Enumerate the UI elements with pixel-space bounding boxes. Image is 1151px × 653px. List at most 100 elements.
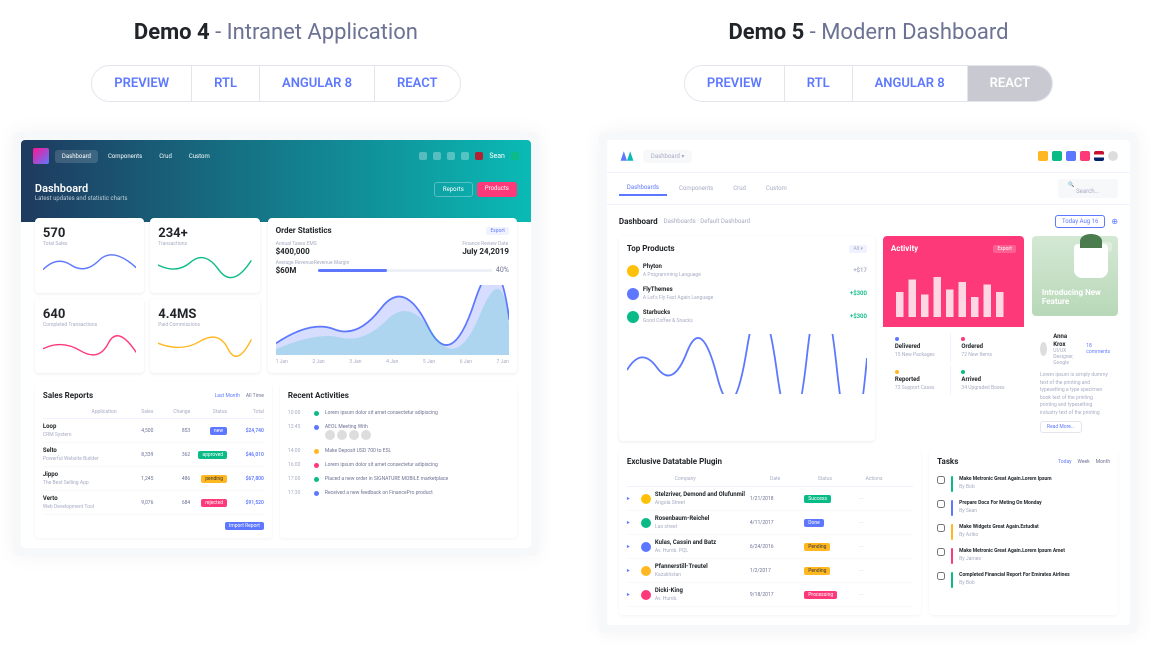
avatar[interactable] <box>511 152 519 160</box>
add-icon[interactable]: ⊕ <box>1111 217 1118 226</box>
subnav-dashboards[interactable]: Dashboards <box>619 181 667 196</box>
search-input[interactable]: 🔍 Search... <box>1058 179 1118 198</box>
demo4-pill-row: PREVIEW RTL ANGULAR 8 REACT <box>13 65 539 102</box>
activity-row: 12:45 AEOL Meeting With <box>288 420 509 444</box>
demo5-pill-rtl[interactable]: RTL <box>785 66 853 101</box>
d5-subnav: Dashboards Components Crud Custom 🔍 Sear… <box>607 173 1130 205</box>
read-more-button[interactable]: Read More... <box>1040 421 1082 433</box>
datatable-panel: Exclusive Datatable Plugin CompanyDateSt… <box>619 449 921 615</box>
table-row[interactable]: JippoThe Best Selling App 1,245486 pendi… <box>43 467 264 491</box>
d4-nav-crud[interactable]: Crud <box>152 150 179 163</box>
export-button[interactable]: Export <box>486 227 508 235</box>
table-row[interactable]: LoopCRM System 4,500853 new $24,740 <box>43 419 264 443</box>
list-item[interactable]: StarbucksGood Coffee & Snacks +$300 <box>627 305 867 328</box>
d4-topbar: Dashboard Components Crud Custom Sean <box>21 140 531 172</box>
filter-button[interactable]: All ▾ <box>849 245 866 253</box>
task-checkbox[interactable] <box>937 548 945 556</box>
subnav-crud[interactable]: Crud <box>725 182 754 195</box>
table-row[interactable]: ▸ Kulas, Cassin and BatzAv. Humb. PQL 6/… <box>627 535 913 559</box>
sparkline-icon <box>43 332 136 360</box>
demo5-pill-react[interactable]: REACT <box>968 66 1052 101</box>
table-row[interactable]: ▸ Stelzriver, Demond and OlufunmilAngola… <box>627 487 913 511</box>
demo5-screenshot[interactable]: Dashboard ▾ Dashboards Components Crud C… <box>599 132 1138 633</box>
sparkline-icon <box>43 251 136 279</box>
cart-icon[interactable] <box>461 152 469 160</box>
avatar <box>1040 342 1047 356</box>
export-button[interactable]: Export <box>993 245 1015 253</box>
user-name[interactable]: Sean <box>489 152 505 160</box>
breadcrumb-pill[interactable]: Dashboard ▾ <box>643 150 693 163</box>
table-row[interactable]: ▸ Dicki-KingAv. Humb. 9/18/2017 Processi… <box>627 583 913 607</box>
bell-icon[interactable] <box>433 152 441 160</box>
tab-alltime[interactable]: All Time <box>246 393 264 399</box>
stat-item: Reported72 Support Cases <box>889 366 952 395</box>
activity-row: 17:30 Received a new feedback on Finance… <box>288 486 509 500</box>
sales-reports-panel: Sales ReportsLast MonthAll Time Applicat… <box>35 383 272 538</box>
d4-nav-dashboard[interactable]: Dashboard <box>55 150 98 163</box>
d4-nav-components[interactable]: Components <box>101 150 149 163</box>
task-row[interactable]: Make Metronic Great Again.Lorem IpsumBy … <box>937 472 1110 496</box>
app-icon[interactable] <box>1066 151 1076 161</box>
products-button[interactable]: Products <box>477 182 517 197</box>
search-icon[interactable] <box>419 152 427 160</box>
app-icon[interactable] <box>1080 151 1090 161</box>
page-title: Dashboard <box>35 182 128 195</box>
stat-item: Ordered72 New Items <box>955 333 1018 362</box>
grid-icon[interactable] <box>447 152 455 160</box>
subnav-components[interactable]: Components <box>671 182 721 195</box>
list-item[interactable]: PhytonA Programming Language +$17 <box>627 259 867 282</box>
demo4-pill-react[interactable]: REACT <box>375 66 459 101</box>
activities-panel: Recent Activities 10:00 Lorem ipsum dolo… <box>280 383 517 538</box>
d5-topbar: Dashboard ▾ <box>607 140 1130 173</box>
user-card: Anna KroxUI/UX Designer, Google 18commen… <box>1032 324 1118 441</box>
flag-icon[interactable] <box>1094 151 1104 161</box>
table-row[interactable]: ▸ Rosenbaum-ReichelLao street 4/11/2017 … <box>627 511 913 535</box>
task-checkbox[interactable] <box>937 476 945 484</box>
tab-today[interactable]: Today <box>1058 459 1071 465</box>
today-button[interactable]: Today Aug 16 <box>1055 215 1105 228</box>
demo5-column: Demo 5 - Modern Dashboard PREVIEW RTL AN… <box>599 20 1138 633</box>
tab-lastmonth[interactable]: Last Month <box>215 393 240 399</box>
task-checkbox[interactable] <box>937 572 945 580</box>
task-row[interactable]: Make Metronic Great Again.Lorem Ipsum Am… <box>937 544 1110 568</box>
activity-row: 10:00 Lorem ipsum dolor sit amet consect… <box>288 406 509 420</box>
tab-month[interactable]: Month <box>1096 459 1110 465</box>
activity-row: 14:00 Make Deposit USD 700 to ESL <box>288 444 509 458</box>
import-button[interactable]: Import Report <box>225 522 264 530</box>
logo-icon <box>33 148 49 164</box>
demo4-pill-rtl[interactable]: RTL <box>192 66 260 101</box>
stat-card: 570Total Sales <box>35 218 144 293</box>
logo-icon <box>619 148 635 164</box>
task-row[interactable]: Prepare Docs For Meting On MondayBy Sean <box>937 496 1110 520</box>
page-subtitle: Latest updates and statistic charts <box>35 195 128 202</box>
stat-item: Arrived34 Upgraded Boxes <box>955 366 1018 395</box>
breadcrumb: Dashboards · Default Dashboard <box>664 218 750 225</box>
demo4-screenshot[interactable]: Dashboard Components Crud Custom Sean <box>13 132 539 556</box>
demo4-pill-angular[interactable]: ANGULAR 8 <box>260 66 375 101</box>
task-row[interactable]: Completed Financial Report For Emirates … <box>937 568 1110 592</box>
d4-nav-custom[interactable]: Custom <box>182 150 217 163</box>
activity-row: 17:00 Placed a new order in SIGNATURE MO… <box>288 472 509 486</box>
list-item[interactable]: FlyThemesA Let's Fly Fast Again Language… <box>627 282 867 305</box>
table-row[interactable]: SeltoPowerful Website Builder 8,339362 a… <box>43 443 264 467</box>
comments-count[interactable]: 18comments <box>1086 343 1110 355</box>
demo5-pill-preview[interactable]: PREVIEW <box>685 66 785 101</box>
flag-icon[interactable] <box>475 152 483 160</box>
demo4-pill-preview[interactable]: PREVIEW <box>92 66 192 101</box>
avatar[interactable] <box>1108 151 1118 161</box>
demo5-pill-angular[interactable]: ANGULAR 8 <box>853 66 968 101</box>
feature-card: Read Introducing New Feature <box>1032 236 1118 316</box>
reports-button[interactable]: Reports <box>434 182 473 197</box>
bar-chart <box>891 267 1016 317</box>
table-row[interactable]: VertoWeb Development Tool 9,076684 rejec… <box>43 491 264 515</box>
task-checkbox[interactable] <box>937 524 945 532</box>
app-icon[interactable] <box>1052 151 1062 161</box>
task-row[interactable]: Make Widgets Great Again.EstudiatBy Azik… <box>937 520 1110 544</box>
table-row[interactable]: ▸ Pfannerstill-TreutelKazakhstan 1/2/201… <box>627 559 913 583</box>
top-products-card: Top ProductsAll ▾ PhytonA Programming La… <box>619 236 875 441</box>
activity-row: 16:00 Lorem ipsum dolor sit amet consect… <box>288 458 509 472</box>
task-checkbox[interactable] <box>937 500 945 508</box>
app-icon[interactable] <box>1038 151 1048 161</box>
tab-week[interactable]: Week <box>1078 459 1090 465</box>
subnav-custom[interactable]: Custom <box>758 182 795 195</box>
